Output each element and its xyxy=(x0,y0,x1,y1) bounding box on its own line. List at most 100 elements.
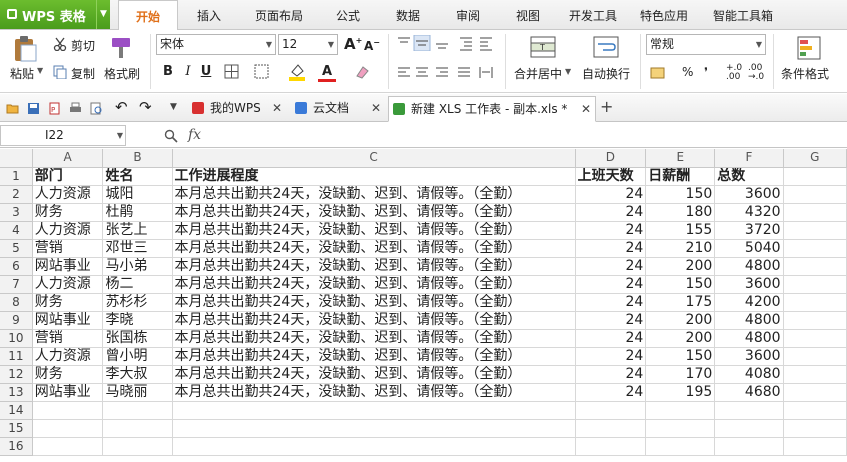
cell[interactable]: 本月总共出勤共24天，没缺勤、迟到、请假等。（全勤） xyxy=(172,293,576,312)
column-header[interactable]: G xyxy=(783,149,847,168)
currency-format-icon[interactable] xyxy=(650,65,666,81)
cell[interactable]: 杜鹃 xyxy=(102,203,173,222)
cell[interactable]: 4800 xyxy=(714,329,784,348)
cell[interactable]: 杨二 xyxy=(102,275,173,294)
column-header[interactable]: F xyxy=(714,149,784,168)
menu-tab[interactable]: 智能工具箱 xyxy=(700,0,786,30)
row-header[interactable]: 6 xyxy=(0,257,33,276)
cell[interactable]: 人力资源 xyxy=(32,185,104,204)
document-tab[interactable]: 新建 XLS 工作表 - 副本.xls * ✕ xyxy=(388,96,596,122)
cell[interactable] xyxy=(645,419,716,438)
cell[interactable] xyxy=(714,401,784,420)
cell[interactable]: 苏杉杉 xyxy=(102,293,173,312)
cell[interactable] xyxy=(783,383,847,402)
cell[interactable]: 张艺上 xyxy=(102,221,173,240)
cell[interactable]: 24 xyxy=(575,239,647,258)
cell[interactable] xyxy=(783,311,847,330)
cell[interactable] xyxy=(575,419,647,438)
wrap-text-icon[interactable] xyxy=(593,35,619,59)
cell[interactable]: 工作进展程度 xyxy=(172,167,576,186)
borders-icon[interactable] xyxy=(224,64,240,80)
cell[interactable]: 180 xyxy=(645,203,716,222)
row-header[interactable]: 9 xyxy=(0,311,33,330)
cell[interactable] xyxy=(32,419,104,438)
menu-tab[interactable]: 开发工具 xyxy=(558,0,628,30)
cell[interactable]: 4200 xyxy=(714,293,784,312)
cell[interactable]: 曾小明 xyxy=(102,347,173,366)
cell[interactable] xyxy=(783,437,847,456)
cell[interactable]: 24 xyxy=(575,329,647,348)
row-header[interactable]: 15 xyxy=(0,419,33,438)
cell[interactable]: 4800 xyxy=(714,257,784,276)
cell[interactable]: 网站事业 xyxy=(32,383,104,402)
cell[interactable]: 24 xyxy=(575,293,647,312)
app-menu-dropdown-icon[interactable]: ▼ xyxy=(96,0,110,29)
cell[interactable]: 155 xyxy=(645,221,716,240)
row-header[interactable]: 4 xyxy=(0,221,33,240)
row-header[interactable]: 14 xyxy=(0,401,33,420)
row-header[interactable]: 16 xyxy=(0,437,33,456)
clear-format-icon[interactable] xyxy=(354,64,370,80)
open-folder-icon[interactable] xyxy=(6,102,19,115)
cell[interactable]: 3600 xyxy=(714,275,784,294)
insert-function-button[interactable]: fx xyxy=(188,127,201,143)
cell[interactable]: 3600 xyxy=(714,185,784,204)
cell[interactable]: 24 xyxy=(575,311,647,330)
cell[interactable]: 24 xyxy=(575,203,647,222)
paste-dropdown-icon[interactable]: ▼ xyxy=(37,66,43,75)
decrease-font-size-icon[interactable]: A− xyxy=(364,38,380,53)
cell[interactable]: 本月总共出勤共24天，没缺勤、迟到、请假等。（全勤） xyxy=(172,203,576,222)
cell[interactable]: 170 xyxy=(645,365,716,384)
cell[interactable]: 网站事业 xyxy=(32,257,104,276)
cell[interactable]: 24 xyxy=(575,347,647,366)
column-header[interactable]: E xyxy=(645,149,716,168)
wrap-text-button[interactable]: 自动换行 xyxy=(582,65,630,82)
menu-tab[interactable]: 插入 xyxy=(178,0,240,30)
clipboard-paste-icon[interactable] xyxy=(12,35,38,63)
document-tab[interactable]: 云文档 ✕ xyxy=(291,96,386,122)
cell[interactable]: 网站事业 xyxy=(32,311,104,330)
column-header[interactable]: B xyxy=(102,149,173,168)
cell[interactable]: 4680 xyxy=(714,383,784,402)
row-header[interactable]: 7 xyxy=(0,275,33,294)
save-icon[interactable] xyxy=(27,102,40,115)
column-header[interactable]: A xyxy=(32,149,104,168)
percent-style-button[interactable]: % xyxy=(682,65,693,79)
paste-button[interactable]: 粘贴 xyxy=(10,65,34,82)
row-header[interactable]: 2 xyxy=(0,185,33,204)
cell[interactable]: 210 xyxy=(645,239,716,258)
cell[interactable]: 马晓丽 xyxy=(102,383,173,402)
row-header[interactable]: 11 xyxy=(0,347,33,366)
row-header[interactable]: 12 xyxy=(0,365,33,384)
cell[interactable]: 本月总共出勤共24天，没缺勤、迟到、请假等。（全勤） xyxy=(172,311,576,330)
cell[interactable] xyxy=(783,203,847,222)
cell[interactable]: 本月总共出勤共24天，没缺勤、迟到、请假等。（全勤） xyxy=(172,329,576,348)
new-tab-plus-icon[interactable]: + xyxy=(600,97,613,116)
cell[interactable]: 5040 xyxy=(714,239,784,258)
cell[interactable]: 24 xyxy=(575,221,647,240)
close-tab-icon[interactable]: ✕ xyxy=(371,96,381,120)
cell[interactable]: 200 xyxy=(645,311,716,330)
cut-button[interactable]: 剪切 xyxy=(71,37,95,54)
cell[interactable]: 总数 xyxy=(714,167,784,186)
cell[interactable]: 本月总共出勤共24天，没缺勤、迟到、请假等。（全勤） xyxy=(172,239,576,258)
column-header[interactable]: D xyxy=(575,149,647,168)
cell[interactable]: 24 xyxy=(575,365,647,384)
merge-dropdown-icon[interactable]: ▼ xyxy=(565,67,571,76)
cell[interactable] xyxy=(783,257,847,276)
cell[interactable]: 150 xyxy=(645,185,716,204)
underline-icon[interactable]: U xyxy=(197,63,215,81)
cell[interactable]: 城阳 xyxy=(102,185,173,204)
cell[interactable] xyxy=(32,437,104,456)
select-all-corner[interactable] xyxy=(0,149,33,168)
cell[interactable]: 人力资源 xyxy=(32,347,104,366)
cell[interactable] xyxy=(783,221,847,240)
merge-center-icon[interactable]: T xyxy=(530,35,556,59)
increase-font-size-icon[interactable]: A+ xyxy=(344,35,362,53)
cell[interactable]: 24 xyxy=(575,275,647,294)
font-color-icon[interactable]: A xyxy=(318,63,336,82)
cell[interactable] xyxy=(32,401,104,420)
fill-color-icon[interactable] xyxy=(288,62,306,82)
cell[interactable]: 营销 xyxy=(32,329,104,348)
cell[interactable]: 上班天数 xyxy=(575,167,647,186)
